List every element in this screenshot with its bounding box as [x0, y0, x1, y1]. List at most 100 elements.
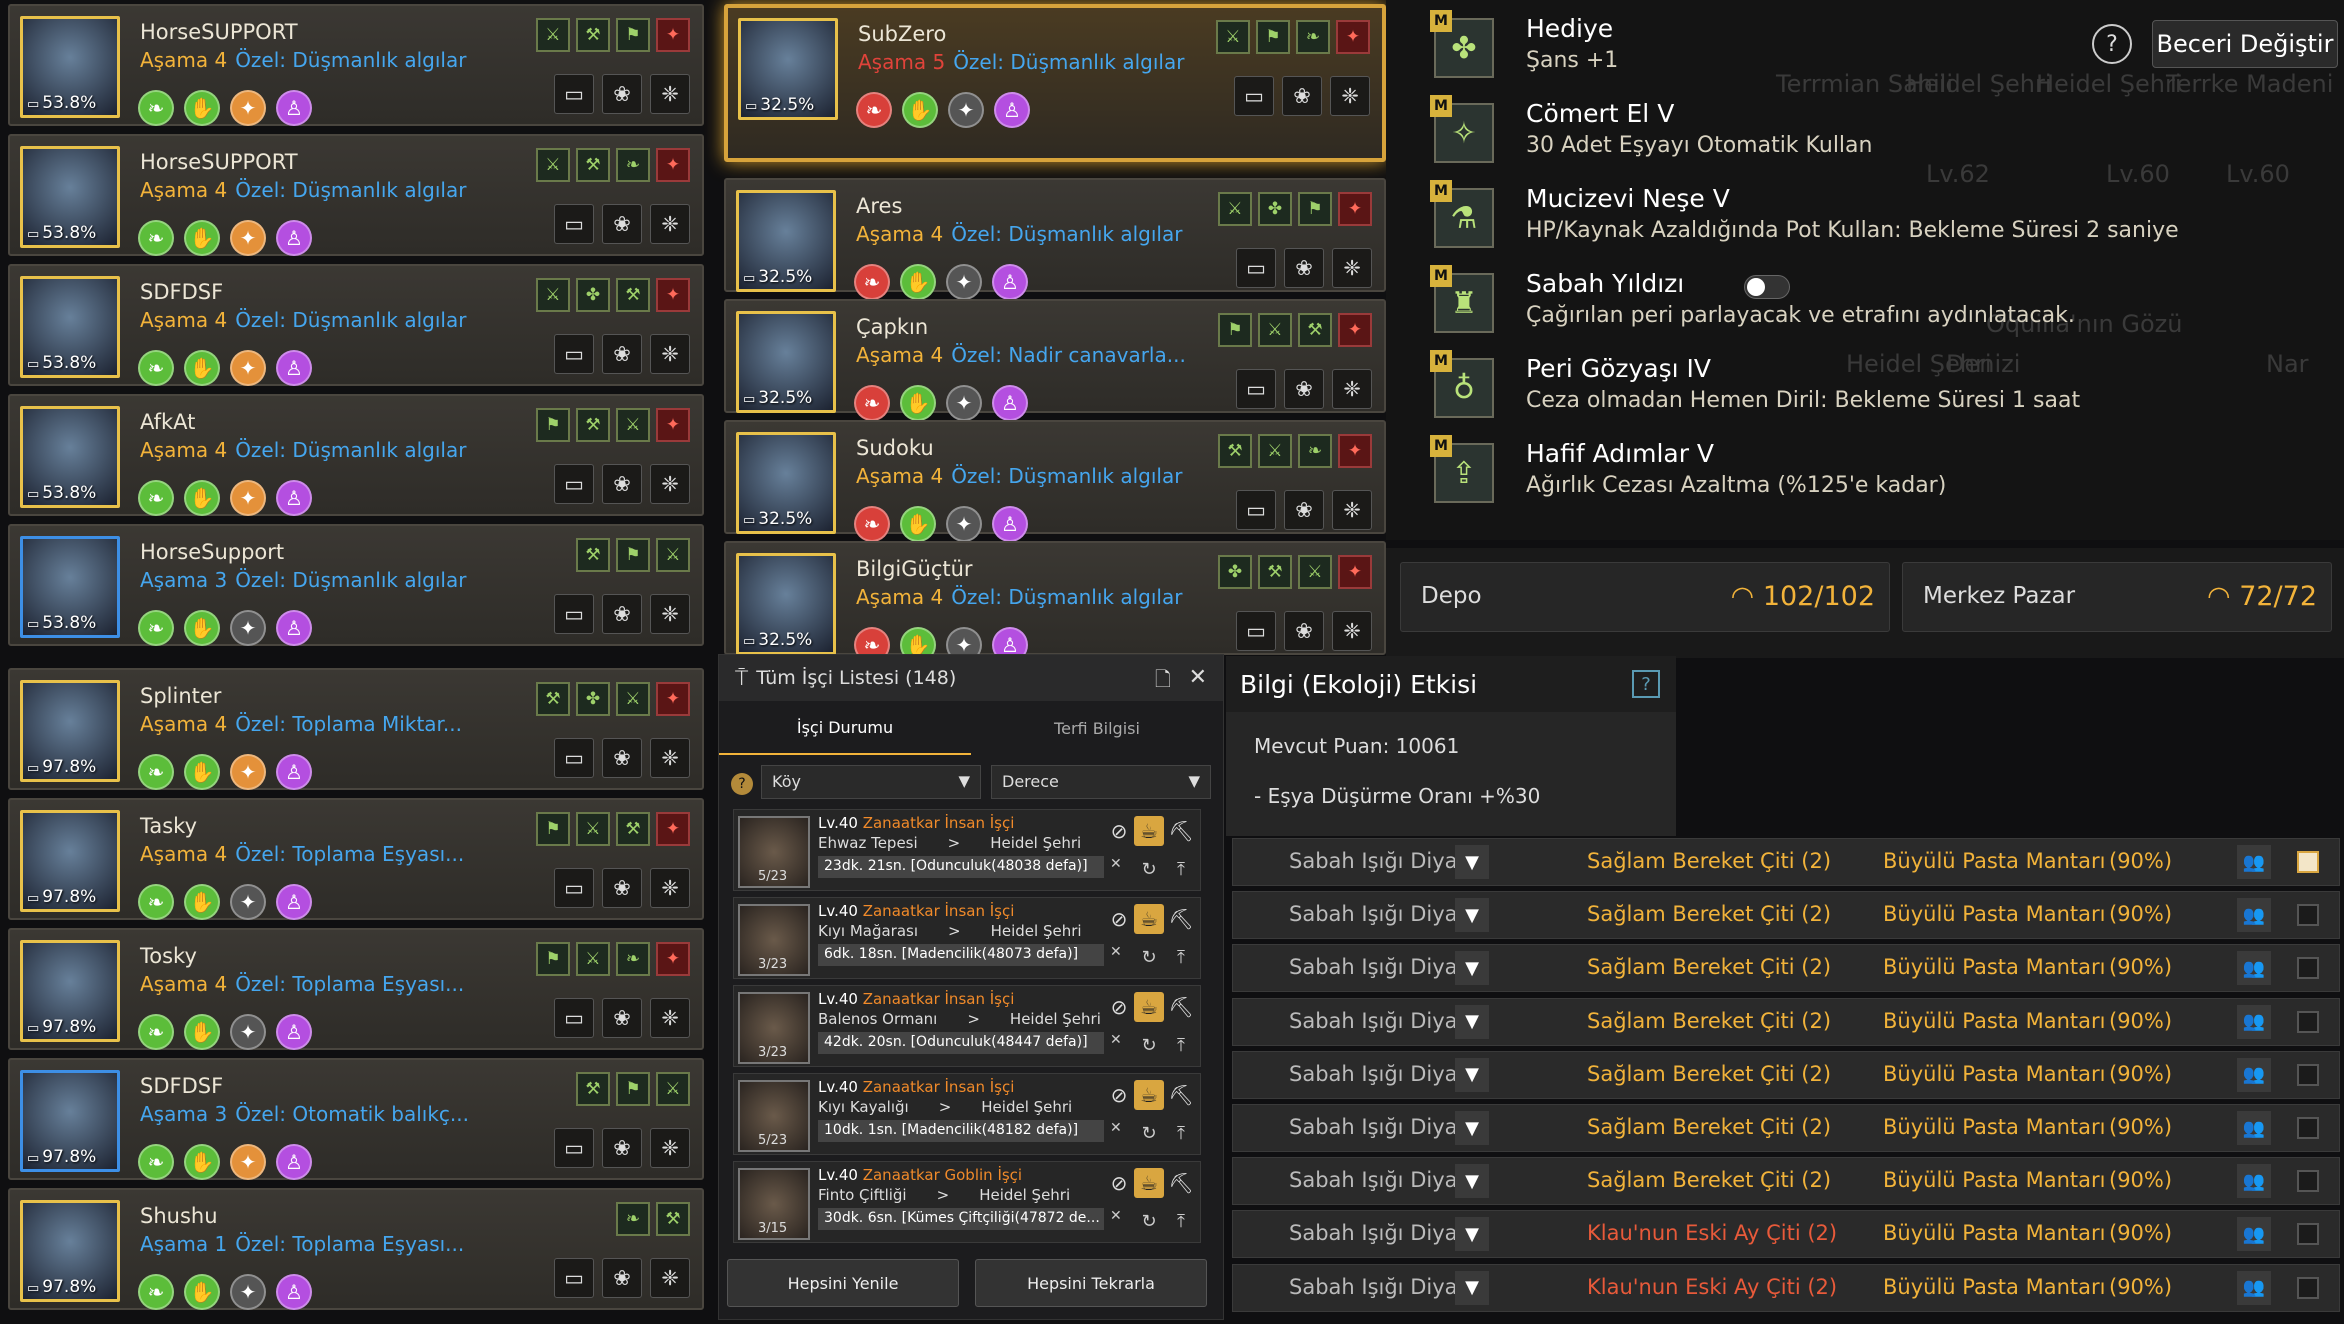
feed-button-icon[interactable]: ▭ — [554, 738, 594, 778]
paw-icon[interactable]: ❀ — [602, 1258, 642, 1298]
feed-button-icon[interactable]: ▭ — [554, 594, 594, 634]
feed-button-icon[interactable]: ▭ — [554, 1128, 594, 1168]
release-icon[interactable]: ❈ — [650, 998, 690, 1038]
paw-icon[interactable]: ❀ — [1284, 369, 1324, 409]
paw-icon[interactable]: ❀ — [602, 868, 642, 908]
crop-checkbox[interactable] — [2297, 1170, 2319, 1193]
workers-icon[interactable]: 👥 — [2237, 1111, 2271, 1145]
pet-card[interactable]: 53.8% HorseSupport Aşama 3 Özel: Düşmanlık … — [8, 524, 704, 646]
feed-button-icon[interactable]: ▭ — [554, 998, 594, 1038]
disable-icon[interactable]: ⊘ — [1104, 1168, 1134, 1198]
pet-card[interactable]: 97.8% Tasky Aşama 4 Özel: Toplama Eşyası...… — [8, 798, 704, 920]
worker-row[interactable]: 5/23 Lv.40 Zanaatkar İnsan İşçi Ehwaz Tepe… — [733, 809, 1201, 891]
chevron-down-icon[interactable]: ▼ — [1455, 951, 1489, 986]
release-icon[interactable]: ❈ — [1330, 76, 1370, 116]
crop-checkbox[interactable] — [2297, 1276, 2319, 1299]
feed-button-icon[interactable]: ▭ — [554, 334, 594, 374]
repeat-icon[interactable]: ↻ — [1134, 1118, 1164, 1148]
crop-checkbox[interactable] — [2297, 957, 2319, 980]
tab-promotion-info[interactable]: Terfi Bilgisi — [971, 701, 1223, 755]
fire-worker-icon[interactable]: ⛏ — [1166, 904, 1196, 934]
close-icon[interactable]: ✕ — [1189, 665, 1207, 690]
release-icon[interactable]: ❈ — [650, 1128, 690, 1168]
feed-button-icon[interactable]: ▭ — [554, 464, 594, 504]
release-icon[interactable]: ❈ — [650, 204, 690, 244]
pet-card[interactable]: 32.5% Çapkın Aşama 4 Özel: Nadir canavarla.… — [724, 299, 1386, 421]
workers-icon[interactable]: 👥 — [2237, 1270, 2271, 1305]
fire-worker-icon[interactable]: ⛏ — [1166, 1168, 1196, 1198]
release-icon[interactable]: ❈ — [650, 74, 690, 114]
paw-icon[interactable]: ❀ — [1282, 76, 1322, 116]
workers-icon[interactable]: 👥 — [2237, 1057, 2271, 1092]
beer-icon[interactable]: ☕ — [1134, 992, 1164, 1022]
workers-icon[interactable]: 👥 — [2237, 951, 2271, 986]
chevron-down-icon[interactable]: ▼ — [1455, 1164, 1489, 1199]
paw-icon[interactable]: ❀ — [602, 204, 642, 244]
pet-card[interactable]: 53.8% AfkAt Aşama 4 Özel: Düşmanlık algılar… — [8, 394, 704, 516]
repeat-icon[interactable]: ↻ — [1134, 942, 1164, 972]
disable-icon[interactable]: ⊘ — [1104, 816, 1134, 846]
paw-icon[interactable]: ❀ — [602, 74, 642, 114]
pet-card[interactable]: 32.5% BilgiGüçtür Aşama 4 Özel: Düşmanlık a… — [724, 541, 1386, 663]
pet-card[interactable]: 32.5% Ares Aşama 4 Özel: Düşmanlık algılar ❧… — [724, 178, 1386, 300]
chevron-down-icon[interactable]: ▼ — [1455, 1217, 1489, 1252]
pet-card[interactable]: 53.8% SDFDSF Aşama 4 Özel: Düşmanlık algıla… — [8, 264, 704, 386]
help-icon[interactable]: ? — [731, 773, 753, 795]
pet-card[interactable]: 53.8% HorseSUPPORT Aşama 4 Özel: Düşmanlık … — [8, 134, 704, 256]
promote-icon[interactable]: ⤒ — [1166, 1118, 1196, 1148]
grade-select[interactable]: Derece — [991, 765, 1211, 799]
repeat-icon[interactable]: ↻ — [1134, 1030, 1164, 1060]
release-icon[interactable]: ❈ — [650, 594, 690, 634]
workers-icon[interactable]: 👥 — [2237, 1164, 2271, 1199]
beer-icon[interactable]: ☕ — [1134, 904, 1164, 934]
repeat-icon[interactable]: ↻ — [1134, 1206, 1164, 1236]
worker-row[interactable]: 3/23 Lv.40 Zanaatkar İnsan İşçi Kıyı Mağar… — [733, 897, 1201, 979]
paw-icon[interactable]: ❀ — [602, 334, 642, 374]
paw-icon[interactable]: ❀ — [1284, 611, 1324, 651]
workers-icon[interactable]: 👥 — [2237, 845, 2271, 879]
skill-toggle[interactable] — [1744, 275, 1790, 299]
crop-checkbox[interactable] — [2297, 904, 2319, 927]
help-icon[interactable]: ? — [1632, 670, 1660, 698]
feed-button-icon[interactable]: ▭ — [554, 1258, 594, 1298]
pet-card[interactable]: 32.5% Sudoku Aşama 4 Özel: Düşmanlık algıla… — [724, 420, 1386, 542]
beer-icon[interactable]: ☕ — [1134, 1168, 1164, 1198]
paw-icon[interactable]: ❀ — [602, 1128, 642, 1168]
feed-button-icon[interactable]: ▭ — [1236, 369, 1276, 409]
feed-button-icon[interactable]: ▭ — [554, 204, 594, 244]
disable-icon[interactable]: ⊘ — [1104, 1080, 1134, 1110]
release-icon[interactable]: ❈ — [1332, 490, 1372, 530]
village-select[interactable]: Köy — [761, 765, 981, 799]
beer-icon[interactable]: ☕ — [1134, 816, 1164, 846]
feed-button-icon[interactable]: ▭ — [1236, 490, 1276, 530]
release-icon[interactable]: ❈ — [650, 1258, 690, 1298]
pet-card[interactable]: 97.8% Tosky Aşama 4 Özel: Toplama Eşyası...… — [8, 928, 704, 1050]
chevron-down-icon[interactable]: ▼ — [1455, 1057, 1489, 1092]
document-icon[interactable]: 🗋 — [1155, 665, 1171, 699]
paw-icon[interactable]: ❀ — [602, 998, 642, 1038]
crop-checkbox[interactable] — [2297, 1010, 2319, 1033]
promote-icon[interactable]: ⤒ — [1166, 942, 1196, 972]
pet-card[interactable]: 53.8% HorseSUPPORT Aşama 4 Özel: Düşmanlık … — [8, 4, 704, 126]
workers-icon[interactable]: 👥 — [2237, 1217, 2271, 1252]
chevron-down-icon[interactable]: ▼ — [1455, 898, 1489, 933]
disable-icon[interactable]: ⊘ — [1104, 904, 1134, 934]
release-icon[interactable]: ❈ — [1332, 611, 1372, 651]
release-icon[interactable]: ❈ — [1332, 248, 1372, 288]
cancel-task-icon[interactable]: ✕ — [1110, 856, 1122, 872]
release-icon[interactable]: ❈ — [1332, 369, 1372, 409]
disable-icon[interactable]: ⊘ — [1104, 992, 1134, 1022]
pet-card[interactable]: 32.5% SubZero Aşama 5 Özel: Düşmanlık algıl… — [724, 4, 1386, 162]
paw-icon[interactable]: ❀ — [602, 464, 642, 504]
crop-checkbox[interactable] — [2297, 851, 2319, 873]
refresh-all-button[interactable]: Hepsini Yenile — [727, 1259, 959, 1307]
fire-worker-icon[interactable]: ⛏ — [1166, 992, 1196, 1022]
worker-row[interactable]: 3/23 Lv.40 Zanaatkar İnsan İşçi Balenos Or… — [733, 985, 1201, 1067]
release-icon[interactable]: ❈ — [650, 738, 690, 778]
feed-button-icon[interactable]: ▭ — [554, 868, 594, 908]
paw-icon[interactable]: ❀ — [602, 594, 642, 634]
crop-checkbox[interactable] — [2297, 1223, 2319, 1246]
paw-icon[interactable]: ❀ — [602, 738, 642, 778]
release-icon[interactable]: ❈ — [650, 334, 690, 374]
feed-button-icon[interactable]: ▭ — [1236, 611, 1276, 651]
